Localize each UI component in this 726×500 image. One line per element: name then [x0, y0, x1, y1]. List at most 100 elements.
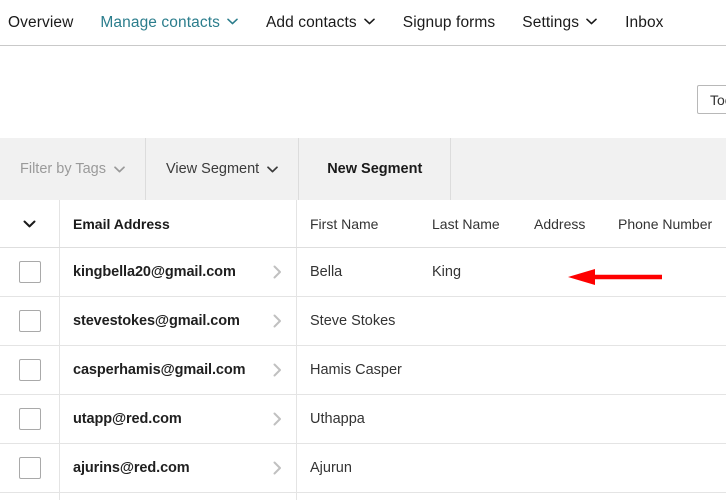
cell-email[interactable]: utapp@red.com [60, 395, 297, 443]
table-row[interactable] [0, 493, 726, 500]
table-row[interactable]: utapp@red.com Uthappa [0, 395, 726, 444]
main-navigation: Overview Manage contacts Add contacts Si… [0, 0, 726, 46]
cell-email[interactable]: casperhamis@gmail.com [60, 346, 297, 394]
cell-last-name: King [430, 248, 532, 296]
cell-first-name-value: Bella [310, 264, 343, 280]
cell-last-name [430, 346, 532, 394]
cell-first-name-value: Uthappa [310, 411, 365, 427]
cell-email-value: stevestokes@gmail.com [73, 313, 240, 329]
chevron-right-icon[interactable] [273, 363, 282, 377]
chevron-down-icon [227, 18, 238, 25]
cell-address [532, 297, 616, 345]
contacts-page: Overview Manage contacts Add contacts Si… [0, 0, 726, 500]
cell-first-name: Ajurun [297, 444, 430, 492]
cell-phone-number [616, 346, 726, 394]
cell-first-name: Uthappa [297, 395, 430, 443]
cell-email[interactable]: kingbella20@gmail.com [60, 248, 297, 296]
chevron-right-icon[interactable] [273, 265, 282, 279]
cell-first-name-value: Steve Stokes [310, 313, 396, 329]
chevron-down-icon [363, 18, 375, 25]
cell-phone-number [616, 297, 726, 345]
table-header-row: Email Address First Name Last Name Addre… [0, 200, 726, 248]
row-checkbox[interactable] [18, 408, 41, 430]
column-header-last-name[interactable]: Last Name [430, 200, 532, 247]
chevron-right-icon[interactable] [273, 314, 282, 328]
row-select-cell [0, 395, 60, 443]
cell-email[interactable] [60, 493, 297, 500]
cell-phone-number [616, 493, 726, 500]
nav-item-inbox[interactable]: Inbox [625, 1, 663, 45]
chevron-down-icon [114, 165, 125, 173]
row-select-cell [0, 346, 60, 394]
contacts-table: Email Address First Name Last Name Addre… [0, 200, 726, 500]
row-checkbox[interactable] [18, 359, 41, 381]
row-select-cell [0, 493, 60, 500]
cell-first-name: Bella [297, 248, 430, 296]
chevron-right-icon[interactable] [273, 412, 282, 426]
segment-toolbar-filler [451, 138, 726, 200]
select-all-cell[interactable] [0, 200, 60, 247]
row-select-cell [0, 297, 60, 345]
column-header-phone-number-label: Phone Number [618, 215, 713, 232]
cell-first-name: Hamis Casper [297, 346, 430, 394]
cell-phone-number [616, 444, 726, 492]
row-checkbox[interactable] [18, 261, 41, 283]
page-toolbar: Tools [0, 46, 726, 138]
chevron-down-icon [267, 165, 279, 173]
cell-email-value: utapp@red.com [73, 411, 182, 427]
chevron-down-icon [586, 18, 597, 25]
filter-by-tags-label: Filter by Tags [20, 161, 106, 177]
column-header-email-label: Email Address [73, 215, 170, 232]
cell-first-name-value: Ajurun [310, 460, 352, 476]
cell-email-value: ajurins@red.com [73, 460, 190, 476]
nav-item-manage-contacts-label: Manage contacts [100, 13, 220, 31]
view-segment-dropdown[interactable]: View Segment [145, 138, 300, 200]
cell-address [532, 346, 616, 394]
cell-phone-number [616, 395, 726, 443]
table-row[interactable]: kingbella20@gmail.com Bella King [0, 248, 726, 297]
cell-email[interactable]: stevestokes@gmail.com [60, 297, 297, 345]
view-segment-label: View Segment [165, 161, 260, 177]
column-header-phone-number[interactable]: Phone Number [616, 200, 726, 247]
cell-email-value: casperhamis@gmail.com [73, 362, 246, 378]
table-row[interactable]: stevestokes@gmail.com Steve Stokes [0, 297, 726, 346]
cell-email-value: kingbella20@gmail.com [73, 264, 236, 280]
cell-address [532, 493, 616, 500]
cell-email[interactable]: ajurins@red.com [60, 444, 297, 492]
nav-item-settings-label: Settings [522, 13, 580, 31]
new-segment-tab[interactable]: New Segment [299, 138, 452, 200]
cell-last-name [430, 297, 532, 345]
nav-item-manage-contacts[interactable]: Manage contacts [100, 1, 238, 45]
nav-item-overview-label: Overview [8, 13, 74, 31]
cell-address [532, 444, 616, 492]
cell-last-name [430, 395, 532, 443]
chevron-right-icon[interactable] [273, 461, 282, 475]
column-header-email[interactable]: Email Address [60, 200, 297, 247]
filter-by-tags-dropdown[interactable]: Filter by Tags [0, 138, 146, 200]
nav-item-add-contacts[interactable]: Add contacts [266, 1, 375, 45]
row-select-cell [0, 248, 60, 296]
table-row[interactable]: casperhamis@gmail.com Hamis Casper [0, 346, 726, 395]
table-row[interactable]: ajurins@red.com Ajurun [0, 444, 726, 493]
nav-item-settings[interactable]: Settings [522, 1, 597, 45]
row-checkbox[interactable] [18, 457, 41, 479]
column-header-address[interactable]: Address [532, 200, 616, 247]
new-segment-label: New Segment [327, 161, 423, 177]
nav-item-overview[interactable]: Overview [8, 1, 73, 45]
cell-address [532, 248, 616, 296]
nav-item-add-contacts-label: Add contacts [265, 13, 357, 31]
row-select-cell [0, 444, 60, 492]
cell-address [532, 395, 616, 443]
tools-button[interactable]: Tools [697, 85, 726, 114]
cell-last-name [430, 493, 532, 500]
row-checkbox[interactable] [18, 310, 41, 332]
cell-first-name: Steve Stokes [297, 297, 430, 345]
nav-item-signup-forms[interactable]: Signup forms [403, 1, 496, 45]
column-header-first-name-label: First Name [310, 215, 379, 232]
nav-item-signup-forms-label: Signup forms [402, 13, 496, 31]
segment-toolbar: Filter by Tags View Segment New Segment [0, 138, 726, 200]
column-header-first-name[interactable]: First Name [297, 200, 430, 247]
cell-last-name-value: King [432, 264, 462, 280]
cell-first-name-value: Hamis Casper [310, 362, 402, 378]
chevron-down-icon[interactable] [23, 220, 36, 228]
